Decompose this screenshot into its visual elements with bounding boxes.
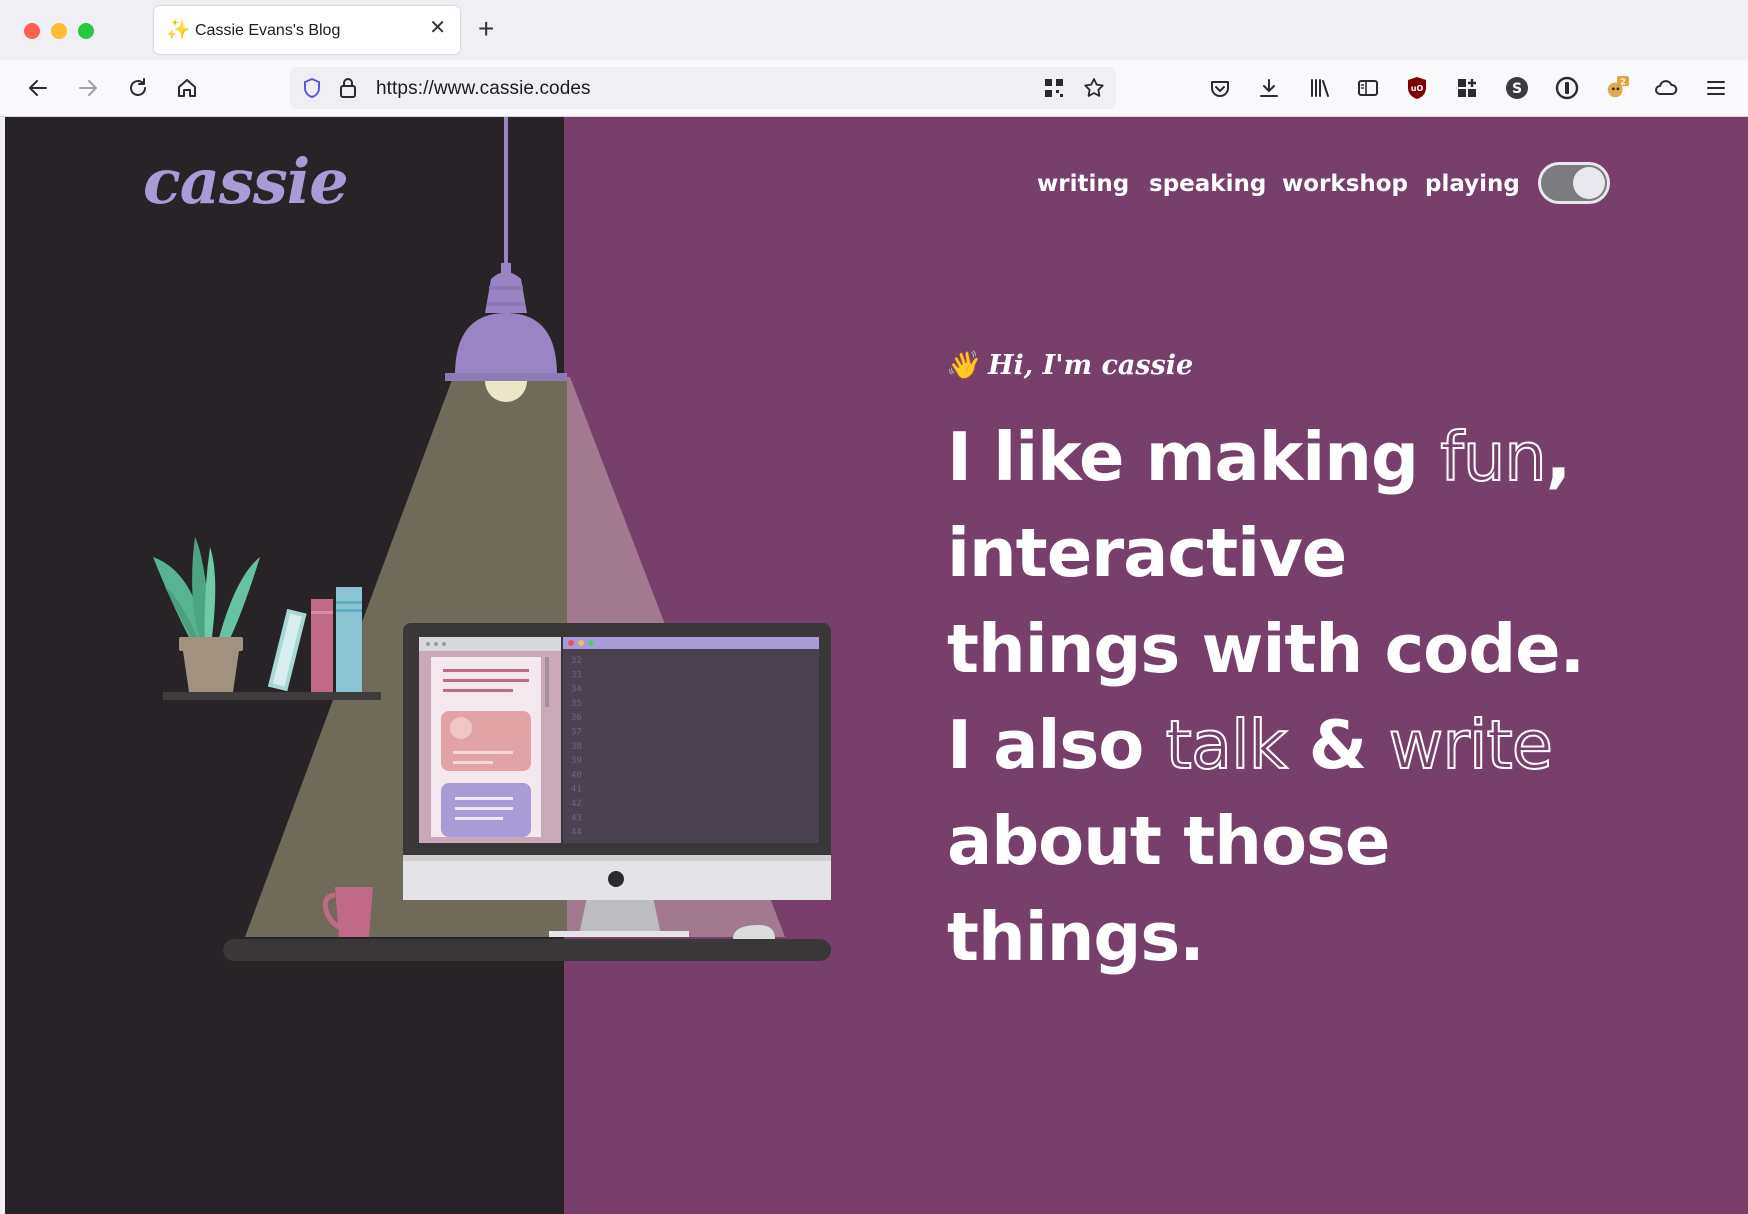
- bookmark-star-icon[interactable]: [1082, 76, 1106, 100]
- extension-grid-icon[interactable]: [1455, 76, 1479, 100]
- code-line-number: 40: [571, 770, 582, 780]
- lamp-neck: [485, 272, 527, 313]
- browser-window: ✨ Cassie Evans's Blog ✕ + https://www.ca…: [0, 0, 1748, 1214]
- window-maximize-button[interactable]: [78, 23, 94, 39]
- web-page: 32 33 34 35 36 37 38 39 40 41 42 43 44 cassie writin…: [5, 117, 1748, 1214]
- waving-hand-icon: 👋: [945, 350, 979, 381]
- ublock-shield-icon[interactable]: uO: [1405, 76, 1429, 100]
- desk-illustration: 32 33 34 35 36 37 38 39 40 41 42 43 44: [153, 117, 831, 961]
- tab-strip: ✨ Cassie Evans's Blog ✕ +: [0, 0, 1748, 60]
- lamp-shade: [455, 313, 557, 375]
- wall-shelf: [163, 692, 381, 700]
- address-bar[interactable]: https://www.cassie.codes: [290, 67, 1116, 109]
- nav-link-playing[interactable]: playing: [1425, 171, 1520, 197]
- greeting: 👋 Hi, I'm cassie: [945, 349, 1193, 381]
- qr-code-icon[interactable]: [1042, 76, 1066, 100]
- hero-headline: I like making fun, interactive things wi…: [947, 409, 1585, 985]
- headline-text: ,: [1545, 418, 1571, 496]
- extension-s-icon[interactable]: S: [1505, 76, 1529, 100]
- headline-text: I like making: [947, 418, 1441, 496]
- back-arrow-icon[interactable]: [26, 76, 50, 100]
- code-line-number: 37: [571, 728, 582, 738]
- plant-pot: [183, 651, 239, 692]
- navigation-toolbar: https://www.cassie.codes uO S 2: [0, 60, 1748, 117]
- window-close-button[interactable]: [24, 23, 40, 39]
- lamp-cord: [504, 117, 508, 265]
- code-line-number: 34: [571, 685, 582, 695]
- headline-line-3: things with code.: [947, 610, 1585, 688]
- svg-text:S: S: [1512, 81, 1522, 97]
- library-icon[interactable]: [1307, 76, 1331, 100]
- nav-link-workshop[interactable]: workshop: [1282, 171, 1408, 197]
- headline-line-5: about those: [947, 802, 1390, 880]
- screen-code-editor: [563, 637, 819, 843]
- reload-icon[interactable]: [126, 76, 150, 100]
- code-line-number: 41: [571, 785, 582, 795]
- extension-avatar-icon[interactable]: 2: [1605, 76, 1629, 100]
- sidebar-icon[interactable]: [1356, 76, 1380, 100]
- headline-line-1: I like making fun,: [947, 409, 1584, 505]
- code-line-number: 42: [571, 799, 582, 809]
- downloads-icon[interactable]: [1257, 76, 1281, 100]
- desk: [223, 939, 831, 961]
- headline-outline-write[interactable]: write: [1388, 705, 1554, 785]
- headline-outline-fun: fun: [1439, 417, 1548, 497]
- site-logo[interactable]: cassie: [143, 145, 349, 218]
- monitor-logo-dot: [608, 871, 624, 887]
- tab-title: Cassie Evans's Blog: [195, 22, 341, 39]
- code-line-number: 32: [571, 656, 582, 666]
- code-line-number: 33: [571, 670, 582, 680]
- headline-line-6: things.: [947, 898, 1205, 976]
- toggle-knob: [1573, 167, 1605, 199]
- coffee-mug: [335, 887, 373, 937]
- home-icon[interactable]: [175, 76, 199, 100]
- plant-pot-rim: [179, 637, 243, 651]
- code-line-number: 44: [571, 828, 582, 838]
- url-text: https://www.cassie.codes: [376, 78, 591, 99]
- greeting-text: Hi, I'm cassie: [988, 350, 1194, 381]
- code-line-number: 43: [571, 813, 582, 823]
- sparkles-icon: ✨: [166, 19, 191, 41]
- monitor-stand: [579, 897, 661, 935]
- code-line-number: 36: [571, 713, 582, 723]
- tracking-shield-icon[interactable]: [300, 76, 324, 100]
- pocket-icon[interactable]: [1208, 76, 1232, 100]
- close-icon[interactable]: ✕: [429, 16, 446, 40]
- headline-text: &: [1286, 706, 1389, 784]
- lock-icon[interactable]: [336, 76, 360, 100]
- theme-toggle-switch[interactable]: [1538, 162, 1610, 204]
- code-line-number: 39: [571, 756, 582, 766]
- nav-link-speaking[interactable]: speaking: [1149, 171, 1266, 197]
- code-line-number: 35: [571, 699, 582, 709]
- code-line-number: 38: [571, 742, 582, 752]
- nav-link-writing[interactable]: writing: [1037, 171, 1129, 197]
- password-manager-icon[interactable]: [1555, 76, 1579, 100]
- window-minimize-button[interactable]: [51, 23, 67, 39]
- forward-arrow-icon[interactable]: [76, 76, 100, 100]
- svg-text:uO: uO: [1411, 84, 1424, 93]
- tab-cassie-blog[interactable]: ✨ Cassie Evans's Blog ✕: [154, 6, 460, 54]
- headline-text: I also: [947, 706, 1166, 784]
- extension-badge-count: 2: [1620, 76, 1626, 86]
- headline-outline-talk[interactable]: talk: [1165, 705, 1289, 785]
- hamburger-menu-icon[interactable]: [1704, 76, 1728, 100]
- headline-line-4: I also talk & write: [947, 697, 1584, 793]
- headline-line-2: interactive: [947, 514, 1347, 592]
- cloud-sync-icon[interactable]: [1654, 76, 1678, 100]
- new-tab-button[interactable]: +: [478, 14, 494, 44]
